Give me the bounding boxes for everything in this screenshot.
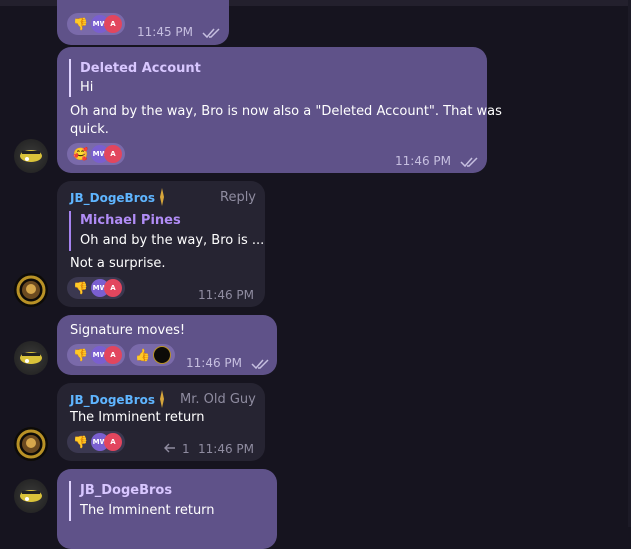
reply-quote[interactable]: JB_DogeBros The Imminent return xyxy=(69,481,249,521)
reply-author: JB_DogeBros xyxy=(80,483,173,498)
thumbs-down-icon: 👎 xyxy=(73,348,88,362)
message-time: 11:45 PM xyxy=(137,25,193,39)
reply-action[interactable]: Reply xyxy=(220,190,256,205)
reaction-avatar-a: A xyxy=(104,145,122,163)
avatar[interactable] xyxy=(14,139,48,173)
message-text: Signature moves! xyxy=(70,323,186,338)
sender-name[interactable]: JB_DogeBros xyxy=(70,191,155,205)
avatar-image xyxy=(16,275,46,305)
double-check-icon xyxy=(460,157,478,168)
message-bubble[interactable]: Deleted Account Hi Oh and by the way, Br… xyxy=(57,47,502,173)
avatar[interactable] xyxy=(14,427,48,461)
replies-count[interactable]: 1 xyxy=(182,442,190,456)
avatar-image xyxy=(20,490,42,502)
reaction-avatar-jb xyxy=(153,346,171,364)
reply-arrow-icon[interactable] xyxy=(164,443,176,453)
message-bubble[interactable]: JB_DogeBros Reply Michael Pines Oh and b… xyxy=(57,181,265,307)
message-time: 11:46 PM xyxy=(198,442,254,456)
reaction-avatar-a: A xyxy=(104,279,122,297)
message-bubble[interactable]: Signature moves! 👎 MW A 👍 11:46 PM xyxy=(57,315,277,375)
reply-author: Deleted Account xyxy=(80,61,201,76)
reaction-pill[interactable]: 👍 xyxy=(129,344,175,366)
thumbs-down-icon: 👎 xyxy=(73,435,88,449)
avatar-image xyxy=(20,150,42,162)
reply-quote[interactable]: Michael Pines Oh and by the way, Bro is … xyxy=(69,211,264,251)
reaction-pill[interactable]: 👎 MW A xyxy=(67,344,125,366)
sender-title: Mr. Old Guy xyxy=(180,392,256,407)
message-bubble[interactable]: JB_DogeBros Mr. Old Guy The Imminent ret… xyxy=(57,383,265,461)
avatar[interactable] xyxy=(14,273,48,307)
reply-text: Hi xyxy=(80,80,94,95)
message-text: quick. xyxy=(70,122,109,137)
message-time: 11:46 PM xyxy=(186,356,242,370)
gold-token-icon xyxy=(160,390,164,408)
thumbs-up-icon: 👍 xyxy=(135,348,150,362)
avatar[interactable] xyxy=(14,479,48,513)
double-check-icon xyxy=(251,359,269,370)
double-check-icon xyxy=(202,28,220,39)
avatar-image xyxy=(16,429,46,459)
thumbs-down-icon: 👎 xyxy=(73,281,88,295)
gold-token-icon xyxy=(160,188,164,206)
reply-author: Michael Pines xyxy=(80,213,181,228)
reaction-avatar-a: A xyxy=(104,433,122,451)
reply-quote[interactable]: Deleted Account Hi xyxy=(69,59,269,97)
message-bubble[interactable]: 👎 MW A 11:45 PM xyxy=(57,0,229,45)
message-text: The Imminent return xyxy=(70,410,205,425)
avatar-image xyxy=(20,352,42,364)
reaction-avatar-a: A xyxy=(104,346,122,364)
avatar[interactable] xyxy=(14,341,48,375)
message-time: 11:46 PM xyxy=(198,288,254,302)
message-time: 11:46 PM xyxy=(395,154,451,168)
heart-face-icon: 🥰 xyxy=(73,147,88,161)
thumbs-down-icon: 👎 xyxy=(73,17,88,31)
message-bubble[interactable]: JB_DogeBros The Imminent return xyxy=(57,469,277,549)
reaction-pill[interactable]: 🥰 MW A xyxy=(67,143,125,165)
reaction-avatar-a: A xyxy=(104,15,122,33)
reaction-pill[interactable]: 👎 MW A xyxy=(67,13,125,35)
message-text: Not a surprise. xyxy=(70,256,166,271)
message-text: Oh and by the way, Bro is now also a "De… xyxy=(70,104,502,119)
reply-text: The Imminent return xyxy=(80,503,215,518)
reply-text: Oh and by the way, Bro is ... xyxy=(80,233,265,248)
reaction-pill[interactable]: 👎 MW A xyxy=(67,277,125,299)
sender-name[interactable]: JB_DogeBros xyxy=(70,393,155,407)
reaction-pill[interactable]: 👎 MW A xyxy=(67,431,125,453)
